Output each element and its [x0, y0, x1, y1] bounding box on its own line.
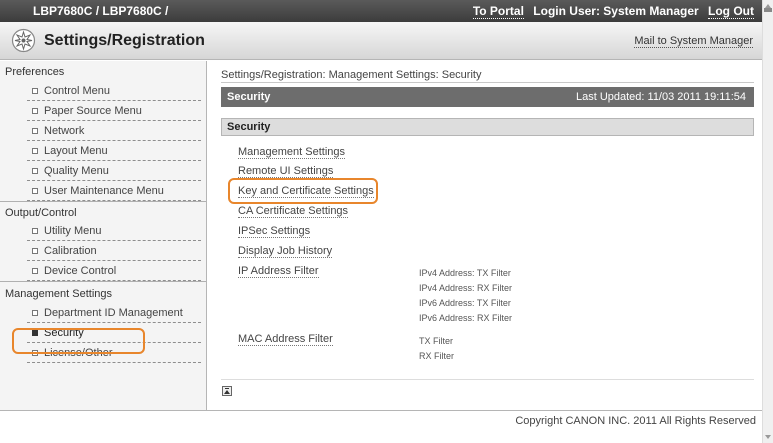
sidebar-item-label: Device Control [44, 265, 117, 277]
sidebar-item-license-other[interactable]: License/Other [27, 343, 201, 363]
bullet-icon [32, 188, 38, 194]
sidebar-item-device-control[interactable]: Device Control [27, 261, 201, 281]
sidebar-item-network[interactable]: Network [27, 121, 201, 141]
main-content: Settings/Registration: Management Settin… [208, 61, 762, 410]
ca-certificate-settings-link[interactable]: CA Certificate Settings [238, 205, 349, 218]
sidebar-item-department-id-management[interactable]: Department ID Management [27, 303, 201, 323]
page-title: Settings/Registration [44, 32, 205, 49]
bullet-icon [32, 88, 38, 94]
back-to-top-icon[interactable] [222, 386, 232, 396]
list-item: IPv6 Address: RX Filter [419, 313, 513, 323]
subsection-header-bar: Security [221, 118, 754, 136]
section-title: Security [227, 91, 271, 103]
sidebar-item-label: License/Other [44, 347, 113, 359]
bullet-icon [32, 350, 38, 356]
device-name: LBP7680C / LBP7680C / [33, 4, 169, 18]
log-out-link[interactable]: Log Out [708, 4, 754, 19]
title-bar: Settings/Registration Mail to System Man… [0, 22, 762, 60]
list-item: IPv4 Address: TX Filter [419, 268, 511, 278]
sidebar-heading-preferences: Preferences [5, 66, 65, 78]
scroll-thumb[interactable] [764, 8, 772, 12]
sidebar-heading-management-settings: Management Settings [0, 281, 206, 303]
login-user-label: Login User: System Manager [533, 4, 699, 18]
sidebar-item-label: Paper Source Menu [44, 105, 142, 117]
display-job-history-link[interactable]: Display Job History [238, 245, 333, 258]
list-item: TX Filter [419, 336, 454, 346]
bullet-icon [32, 228, 38, 234]
list-item: IPv6 Address: TX Filter [419, 298, 511, 308]
sidebar-item-label: Network [44, 125, 85, 137]
last-updated: Last Updated: 11/03 2011 19:11:54 [575, 91, 746, 103]
mac-filter-list: TX Filter RX Filter [419, 334, 454, 364]
list-item: RX Filter [419, 351, 455, 361]
bullet-icon [32, 108, 38, 114]
sidebar-item-label: Utility Menu [44, 225, 102, 237]
bullet-icon [32, 310, 38, 316]
scroll-down-arrow-icon[interactable] [765, 435, 771, 439]
ip-address-filter-link[interactable]: IP Address Filter [238, 265, 319, 278]
bullet-icon [32, 168, 38, 174]
copyright: Copyright CANON INC. 2011 All Rights Res… [515, 415, 756, 427]
scrollbar[interactable] [762, 0, 773, 443]
sidebar-item-label: Control Menu [44, 85, 111, 97]
divider [221, 379, 754, 380]
subsection-title: Security [227, 121, 271, 133]
sidebar-item-quality-menu[interactable]: Quality Menu [27, 161, 201, 181]
management-settings-link[interactable]: Management Settings [238, 146, 346, 159]
to-portal-link[interactable]: To Portal [472, 4, 524, 19]
sidebar-heading-output-control: Output/Control [0, 201, 206, 221]
divider [221, 82, 754, 83]
mac-address-filter-link[interactable]: MAC Address Filter [238, 333, 333, 346]
ip-filter-list: IPv4 Address: TX Filter IPv4 Address: RX… [419, 266, 512, 326]
bullet-icon [32, 128, 38, 134]
sidebar-item-label: Department ID Management [44, 307, 183, 319]
breadcrumb: Settings/Registration: Management Settin… [221, 69, 482, 81]
bullet-active-icon [32, 330, 38, 336]
sidebar-item-calibration[interactable]: Calibration [27, 241, 201, 261]
remote-ui-settings-link[interactable]: Remote UI Settings [238, 165, 334, 178]
sidebar-item-layout-menu[interactable]: Layout Menu [27, 141, 201, 161]
sidebar-item-label: User Maintenance Menu [44, 185, 164, 197]
bullet-icon [32, 248, 38, 254]
sidebar-item-label: Quality Menu [44, 165, 109, 177]
bullet-icon [32, 268, 38, 274]
list-item: IPv4 Address: RX Filter [419, 283, 513, 293]
sidebar-item-utility-menu[interactable]: Utility Menu [27, 221, 201, 241]
mail-to-system-manager-link[interactable]: Mail to System Manager [634, 35, 753, 48]
top-bar-right: To Portal Login User: System Manager Log… [472, 4, 754, 19]
section-header-bar: Security Last Updated: 11/03 2011 19:11:… [221, 87, 754, 107]
sidebar-item-label: Layout Menu [44, 145, 108, 157]
top-bar: LBP7680C / LBP7680C / To Portal Login Us… [0, 0, 762, 22]
sidebar-item-user-maintenance-menu[interactable]: User Maintenance Menu [27, 181, 201, 201]
key-and-certificate-settings-link[interactable]: Key and Certificate Settings [238, 185, 374, 198]
bullet-icon [32, 148, 38, 154]
sidebar-item-label: Security [44, 327, 84, 339]
ipsec-settings-link[interactable]: IPSec Settings [238, 225, 311, 238]
sidebar-item-security[interactable]: Security [27, 323, 201, 343]
sidebar-item-label: Calibration [44, 245, 97, 257]
footer: Copyright CANON INC. 2011 All Rights Res… [0, 410, 762, 443]
sidebar-item-control-menu[interactable]: Control Menu [27, 81, 201, 101]
settings-gear-icon [11, 28, 36, 53]
sidebar: Preferences Control Menu Paper Source Me… [0, 61, 207, 410]
sidebar-item-paper-source-menu[interactable]: Paper Source Menu [27, 101, 201, 121]
